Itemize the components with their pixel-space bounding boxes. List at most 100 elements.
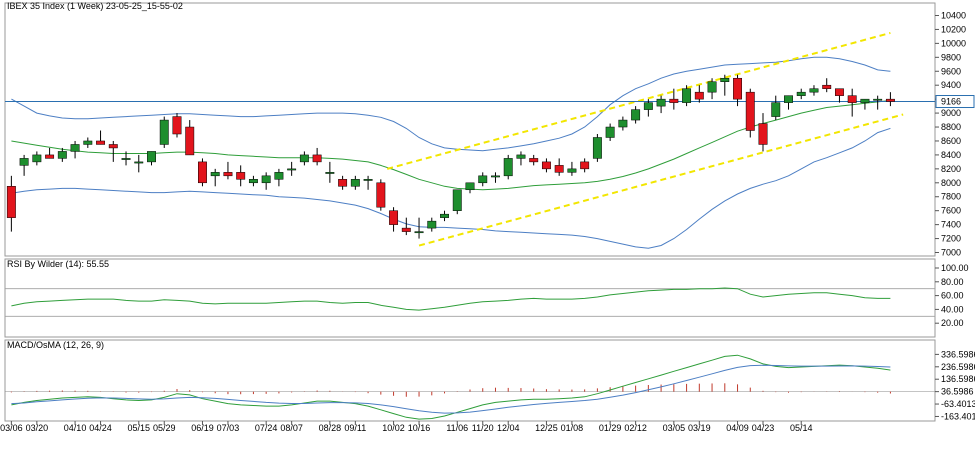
candle-up [682,88,692,103]
candle-up [427,220,437,229]
candle-down [45,154,55,159]
macd-ytick-label: -163.4013 [941,411,975,421]
price-panel [4,2,936,257]
candle-up [325,172,335,174]
candle-up [860,98,870,103]
candle-up [159,119,169,145]
macd-title: MACD/OsMA (12, 26, 9) [7,340,104,350]
candle-up [796,91,806,96]
candle-down [185,126,195,156]
candle-down [198,161,207,184]
candle-up [414,231,424,234]
price-ytick-label: 10000 [941,38,966,48]
xtick-label: 04/09 [726,423,749,433]
xtick-label: 08/28 [319,423,342,433]
xtick-label: 11/06 [446,423,468,433]
rsi-ytick-label: 40.00 [941,304,964,314]
candle-down [6,186,16,218]
candle-down [745,91,755,131]
xtick-label: 04/24 [89,423,112,433]
xtick-label: 03/20 [26,423,49,433]
candle-up [771,102,781,117]
price-ytick-label: 7400 [941,220,961,230]
rsi-panel [4,258,936,338]
xtick-label: 10/16 [408,423,431,433]
xtick-label: 03/19 [688,423,711,433]
candle-down [108,144,118,149]
macd-ytick-label: 36.5986 [941,387,974,397]
candle-down [758,123,768,145]
candle-up [809,88,819,93]
candle-up [516,154,526,159]
candle-down [580,161,590,170]
chart-svg: 7000 7200 7400 7600 7800 8000 8200 8400 8600 8800… [0,1,975,433]
price-ytick-label: 7800 [941,192,961,202]
xtick-label: 09/11 [344,423,366,433]
xtick-label: 05/29 [153,423,176,433]
price-ytick-label: 8400 [941,150,961,160]
candle-up [83,140,93,145]
candle-up [147,151,156,163]
xtick-label: 03/05 [663,423,686,433]
candle-up [605,126,615,138]
price-ytick-label: 9000 [941,108,961,118]
price-ytick-label: 9600 [941,66,961,76]
candle-up [465,182,475,191]
candle-down [733,77,742,100]
candle-up [248,179,258,184]
rsi-ytick-label: 100.00 [941,263,969,273]
candle-up [299,154,309,163]
candle-up [478,175,488,184]
xtick-label: 02/12 [624,423,647,433]
candle-down [822,84,832,89]
candle-up [491,175,500,178]
candle-up [503,158,513,177]
xtick-label: 08/07 [280,423,303,433]
xtick-label: 12/04 [497,423,520,433]
candle-up [261,175,271,184]
candle-up [567,168,577,173]
xtick-label: 04/23 [752,423,775,433]
price-ytick-label: 8000 [941,178,961,188]
candle-down [236,172,246,180]
candle-down [223,172,233,177]
xtick-label: 03/06 [0,423,23,433]
candle-down [669,98,679,103]
candle-down [172,116,182,135]
candle-up [720,77,730,82]
price-ytick-label: 7600 [941,206,961,216]
price-ytick-label: 10400 [941,10,966,20]
last-price-label: 9166 [941,97,961,107]
xtick-label: 04/10 [64,423,87,433]
candle-up [363,179,373,181]
candle-down [376,182,386,208]
candle-down [834,88,844,96]
macd-ytick-label: 336.5986 [941,349,975,359]
candle-down [401,227,411,232]
price-ytick-label: 7200 [941,234,961,244]
candle-down [885,98,895,102]
xtick-label: 06/19 [191,423,214,433]
candle-down [541,161,551,170]
price-ytick-label: 9800 [941,52,961,62]
candle-up [274,172,284,180]
candle-up [350,179,360,187]
macd-ytick-label: 136.5986 [941,374,975,384]
rsi-ytick-label: 60.00 [941,291,964,301]
xtick-label: 10/02 [382,423,405,433]
price-ytick-label: 7000 [941,248,961,258]
candle-up [592,137,602,159]
xtick-label: 07/03 [217,423,240,433]
xtick-label: 05/15 [128,423,151,433]
candle-up [210,172,220,177]
chart-canvas: 7000 7200 7400 7600 7800 8000 8200 8400 8600 8800… [0,0,975,451]
candle-down [847,95,857,103]
price-ytick-label: 8800 [941,122,961,132]
candle-up [618,119,628,128]
candle-up [631,109,641,121]
candle-down [554,165,564,173]
candle-up [873,98,883,101]
xtick-label: 01/08 [561,423,584,433]
xtick-label: 11/20 [472,423,494,433]
rsi-ytick-label: 20.00 [941,318,964,328]
